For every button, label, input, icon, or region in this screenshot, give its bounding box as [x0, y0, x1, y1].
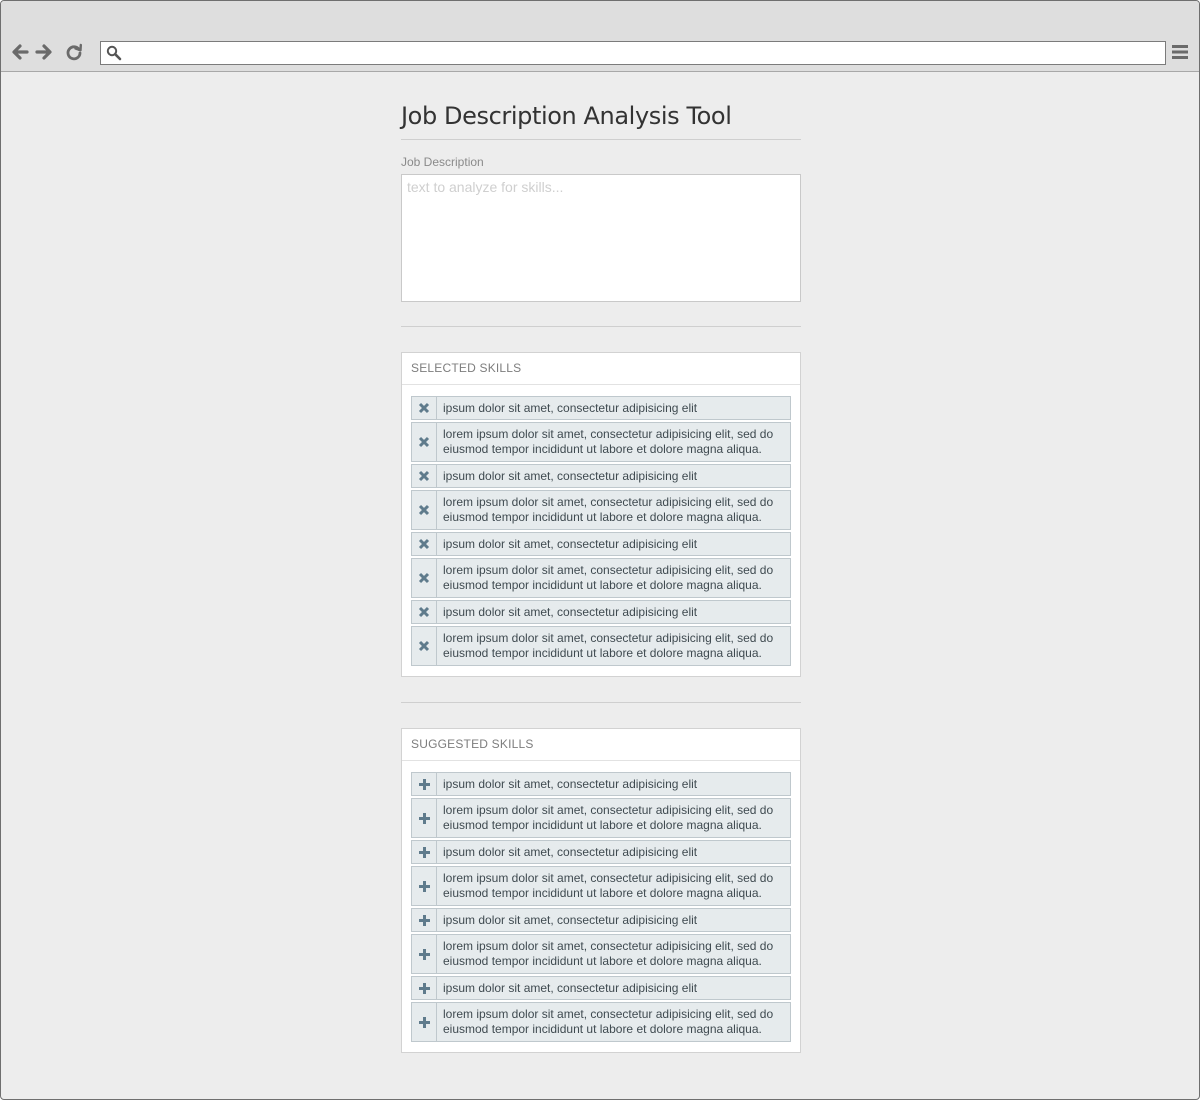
browser-toolbar	[1, 33, 1199, 72]
suggested-skill-row: ipsum dolor sit amet, consectetur adipis…	[411, 840, 791, 864]
selected-skill-row: lorem ipsum dolor sit amet, consectetur …	[411, 558, 791, 598]
remove-x-icon[interactable]	[412, 559, 437, 597]
add-plus-icon[interactable]	[412, 909, 437, 931]
suggested-skills-list: ipsum dolor sit amet, consectetur adipis…	[402, 761, 800, 1052]
address-bar[interactable]	[100, 41, 1166, 65]
suggested-skill-row: ipsum dolor sit amet, consectetur adipis…	[411, 976, 791, 1000]
main-content: Job Description Analysis Tool Job Descri…	[401, 101, 801, 1053]
remove-x-icon[interactable]	[412, 491, 437, 529]
divider	[401, 139, 801, 140]
remove-x-icon[interactable]	[412, 397, 437, 419]
divider	[401, 702, 801, 703]
suggested-skill-row: ipsum dolor sit amet, consectetur adipis…	[411, 772, 791, 796]
suggested-skills-panel: SUGGESTED SKILLS ipsum dolor sit amet, c…	[401, 728, 801, 1053]
browser-window: Job Description Analysis Tool Job Descri…	[0, 0, 1200, 1100]
suggested-skill-text: ipsum dolor sit amet, consectetur adipis…	[443, 912, 698, 927]
suggested-skill-text: ipsum dolor sit amet, consectetur adipis…	[443, 776, 698, 791]
selected-skill-row: ipsum dolor sit amet, consectetur adipis…	[411, 532, 791, 556]
selected-skill-text: lorem ipsum dolor sit amet, consectetur …	[443, 427, 774, 456]
suggested-skill-text: lorem ipsum dolor sit amet, consectetur …	[443, 803, 774, 832]
search-icon	[106, 45, 122, 66]
suggested-skill-row: lorem ipsum dolor sit amet, consectetur …	[411, 934, 791, 974]
window-titlebar	[1, 1, 1199, 34]
job-description-label: Job Description	[401, 155, 484, 169]
selected-skill-row: ipsum dolor sit amet, consectetur adipis…	[411, 396, 791, 420]
suggested-skill-row: lorem ipsum dolor sit amet, consectetur …	[411, 1002, 791, 1042]
selected-skill-text: lorem ipsum dolor sit amet, consectetur …	[443, 495, 774, 524]
remove-x-icon[interactable]	[412, 627, 437, 665]
suggested-skills-heading: SUGGESTED SKILLS	[402, 729, 800, 761]
add-plus-icon[interactable]	[412, 867, 437, 905]
suggested-skill-text: lorem ipsum dolor sit amet, consectetur …	[443, 1007, 774, 1036]
suggested-skill-text: lorem ipsum dolor sit amet, consectetur …	[443, 939, 774, 968]
add-plus-icon[interactable]	[412, 977, 437, 999]
selected-skill-text: ipsum dolor sit amet, consectetur adipis…	[443, 536, 698, 551]
divider	[401, 326, 801, 327]
suggested-skill-row: lorem ipsum dolor sit amet, consectetur …	[411, 866, 791, 906]
selected-skill-text: lorem ipsum dolor sit amet, consectetur …	[443, 631, 774, 660]
suggested-skill-text: ipsum dolor sit amet, consectetur adipis…	[443, 844, 698, 859]
selected-skill-text: ipsum dolor sit amet, consectetur adipis…	[443, 400, 698, 415]
selected-skill-text: ipsum dolor sit amet, consectetur adipis…	[443, 468, 698, 483]
add-plus-icon[interactable]	[412, 773, 437, 795]
suggested-skill-text: lorem ipsum dolor sit amet, consectetur …	[443, 871, 774, 900]
selected-skills-list: ipsum dolor sit amet, consectetur adipis…	[402, 385, 800, 676]
remove-x-icon[interactable]	[412, 423, 437, 461]
add-plus-icon[interactable]	[412, 841, 437, 863]
selected-skills-heading: SELECTED SKILLS	[402, 353, 800, 385]
selected-skill-row: lorem ipsum dolor sit amet, consectetur …	[411, 422, 791, 462]
selected-skill-text: lorem ipsum dolor sit amet, consectetur …	[443, 563, 774, 592]
selected-skill-row: lorem ipsum dolor sit amet, consectetur …	[411, 490, 791, 530]
forward-arrow-icon[interactable]	[34, 42, 54, 62]
page-title: Job Description Analysis Tool	[401, 102, 732, 130]
selected-skill-text: ipsum dolor sit amet, consectetur adipis…	[443, 604, 698, 619]
hamburger-menu-icon[interactable]	[1171, 43, 1189, 61]
reload-icon[interactable]	[64, 42, 84, 62]
remove-x-icon[interactable]	[412, 533, 437, 555]
job-description-textarea[interactable]	[401, 174, 801, 302]
selected-skill-row: ipsum dolor sit amet, consectetur adipis…	[411, 464, 791, 488]
back-arrow-icon[interactable]	[10, 42, 30, 62]
add-plus-icon[interactable]	[412, 799, 437, 837]
selected-skill-row: lorem ipsum dolor sit amet, consectetur …	[411, 626, 791, 666]
address-input[interactable]	[127, 43, 1157, 61]
suggested-skill-text: ipsum dolor sit amet, consectetur adipis…	[443, 980, 698, 995]
suggested-skill-row: ipsum dolor sit amet, consectetur adipis…	[411, 908, 791, 932]
remove-x-icon[interactable]	[412, 465, 437, 487]
remove-x-icon[interactable]	[412, 601, 437, 623]
add-plus-icon[interactable]	[412, 1003, 437, 1041]
selected-skills-panel: SELECTED SKILLS ipsum dolor sit amet, co…	[401, 352, 801, 677]
add-plus-icon[interactable]	[412, 935, 437, 973]
suggested-skill-row: lorem ipsum dolor sit amet, consectetur …	[411, 798, 791, 838]
selected-skill-row: ipsum dolor sit amet, consectetur adipis…	[411, 600, 791, 624]
